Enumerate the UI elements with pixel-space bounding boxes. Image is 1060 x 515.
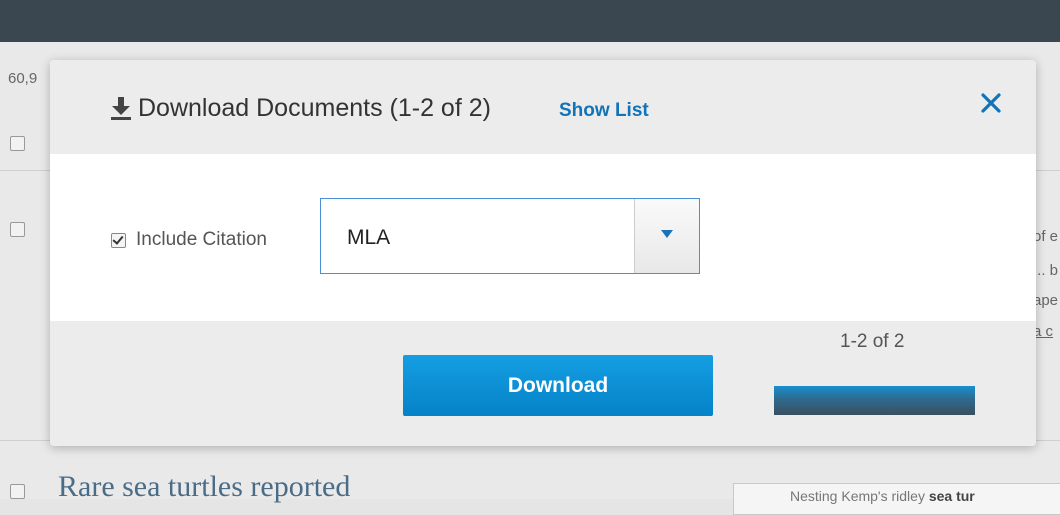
top-navigation-bar [0,0,1060,42]
select-all-toggle-icon[interactable] [10,136,25,151]
result-checkbox[interactable] [10,222,25,237]
dialog-title: Download Documents (1-2 of 2) [138,94,491,122]
download-icon [111,97,131,120]
snippet-fragment-1: of e [1033,228,1059,245]
dialog-body: Include Citation MLA [50,154,1036,321]
download-progress-bar [774,386,975,415]
result-snippet: Nesting Kemp's ridley sea tur [790,488,975,504]
download-button[interactable]: Download [403,355,713,416]
result-checkbox[interactable] [10,484,25,499]
include-citation-checkbox[interactable] [111,233,126,248]
snippet-fragment-3: ape [1033,292,1059,309]
show-list-link[interactable]: Show List [559,100,649,122]
snippet-fragment-2: ... b [1033,262,1059,279]
dialog-header: Download Documents (1-2 of 2) Show List [50,60,1036,154]
chevron-down-icon[interactable] [634,199,699,273]
download-documents-dialog: Download Documents (1-2 of 2) Show List … [50,60,1036,446]
include-citation-label[interactable]: Include Citation [136,229,267,251]
snippet-highlight: sea tur [928,488,975,504]
snippet-text: Nesting Kemp's ridley [790,488,929,504]
snippet-link-fragment[interactable]: a c [1033,323,1060,340]
citation-format-select[interactable]: MLA [320,198,700,274]
results-count-fragment: 60,9 [8,70,38,87]
close-icon[interactable] [978,90,1004,116]
document-range-label: 1-2 of 2 [840,331,905,352]
citation-format-value: MLA [347,226,391,249]
dialog-footer: Download 1-2 of 2 [50,321,1036,446]
